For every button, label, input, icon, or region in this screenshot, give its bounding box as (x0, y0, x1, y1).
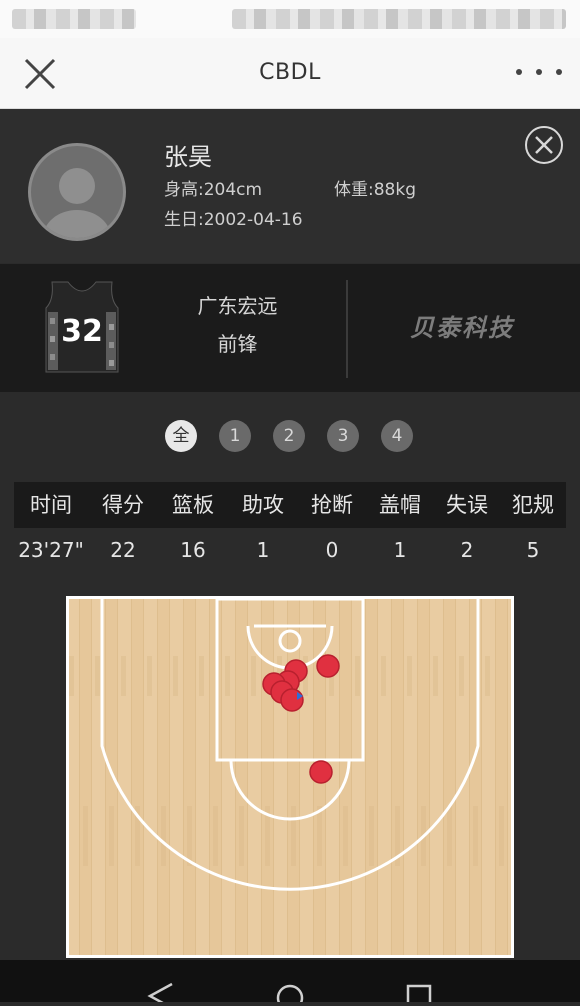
stat-header-time: 时间 (30, 493, 72, 517)
divider (346, 280, 348, 378)
status-right-blurred (232, 9, 566, 29)
stats-row: 23'27" 22 16 1 0 1 2 5 (14, 530, 566, 570)
shot-marker (309, 760, 333, 784)
avatar (28, 143, 126, 241)
stat-blocks: 1 (393, 538, 407, 562)
system-nav-bar (0, 960, 580, 1006)
stat-header-blocks: 盖帽 (379, 493, 421, 517)
stat-header-steals: 抢断 (311, 493, 353, 517)
court-svg (69, 597, 511, 955)
tab-quarter-2[interactable]: 2 (273, 420, 305, 452)
weight-info: 体重:88kg (334, 175, 416, 200)
tab-quarter-4[interactable]: 4 (381, 420, 413, 452)
stat-steals: 0 (325, 538, 339, 562)
stat-header-assists: 助攻 (242, 493, 284, 517)
player-position: 前锋 (217, 332, 258, 356)
height-label: 身高: (164, 180, 204, 200)
stat-turnovers: 2 (460, 538, 474, 562)
tab-quarter-1[interactable]: 1 (219, 420, 251, 452)
weight-label: 体重: (334, 180, 374, 200)
home-icon (276, 984, 304, 1006)
stat-points: 22 (110, 538, 136, 562)
birthday-value: 2002-04-16 (203, 210, 303, 230)
shot-chart-court (66, 596, 514, 958)
sponsor-logo: 贝泰科技 (410, 314, 514, 342)
shot-marker (316, 654, 340, 678)
title-bar: CBDL (0, 38, 580, 109)
player-profile: 张昊 身高:204cm 体重:88kg 生日:2002-04-16 (0, 109, 580, 263)
weight-value: 88kg (373, 180, 417, 200)
height-info: 身高:204cm (164, 175, 262, 200)
stat-assists: 1 (256, 538, 270, 562)
team-band: 32 广东宏远 前锋 贝泰科技 (0, 264, 580, 392)
close-circle-icon[interactable] (524, 125, 564, 165)
back-icon (147, 982, 173, 1006)
more-options-icon[interactable] (516, 60, 562, 84)
avatar-silhouette-icon (43, 168, 111, 238)
stat-rebounds: 16 (180, 538, 206, 562)
stat-time: 23'27" (18, 538, 84, 562)
birthday-label: 生日: (164, 210, 204, 230)
height-value: 204cm (203, 180, 263, 200)
recents-icon (406, 984, 432, 1006)
stats-header: 时间 得分 篮板 助攻 抢断 盖帽 失误 犯规 (14, 482, 566, 528)
stat-header-turnovers: 失误 (446, 493, 488, 517)
stat-header-rebounds: 篮板 (172, 493, 214, 517)
tab-all-quarters[interactable]: 全 (165, 420, 197, 452)
quarter-tabs: 全 1 2 3 4 (0, 420, 580, 454)
birthday-info: 生日:2002-04-16 (164, 205, 303, 230)
team-name: 广东宏远 (197, 294, 278, 318)
player-name: 张昊 (164, 143, 212, 171)
stat-header-points: 得分 (102, 493, 144, 517)
shot-marker (280, 688, 304, 712)
stat-header-fouls: 犯规 (512, 493, 554, 517)
jersey-number: 32 (61, 314, 103, 349)
tab-quarter-3[interactable]: 3 (327, 420, 359, 452)
status-left-blurred (12, 9, 136, 29)
stat-fouls: 5 (526, 538, 540, 562)
page-title: CBDL (259, 60, 321, 85)
status-bar (0, 0, 580, 38)
